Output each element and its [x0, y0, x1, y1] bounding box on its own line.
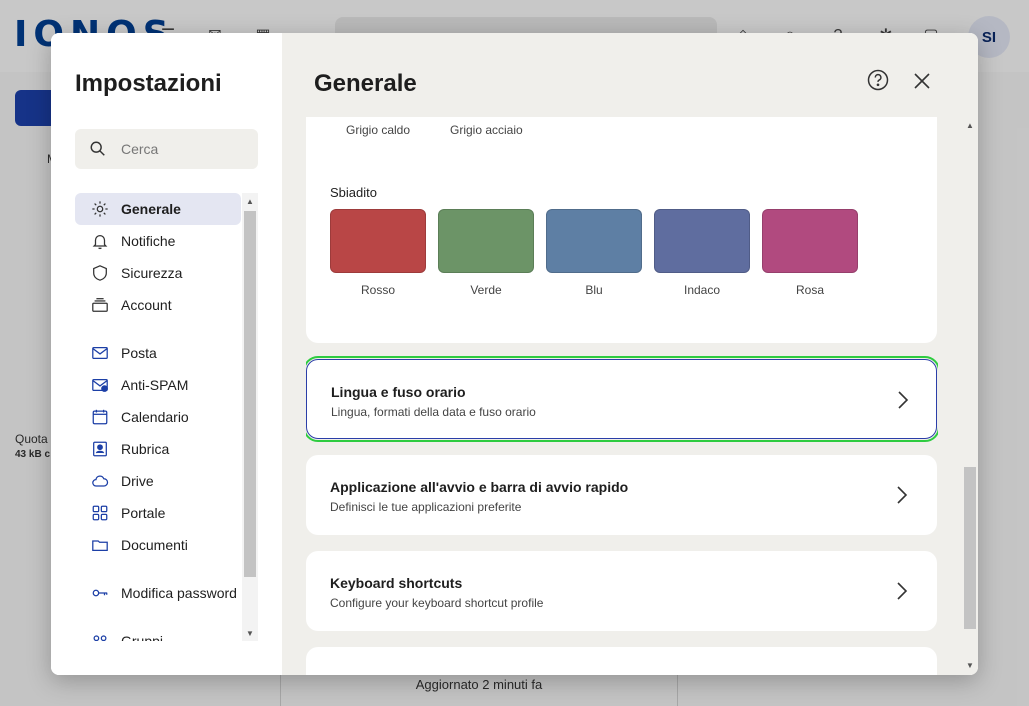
card-subtitle: Definisci le tue applicazioni preferite — [330, 500, 522, 514]
card-subtitle: Lingua, formati della data e fuso orario — [331, 405, 536, 419]
search-icon — [90, 141, 105, 156]
main-scroll-thumb[interactable] — [964, 467, 976, 629]
card-title: Keyboard shortcuts — [330, 575, 463, 591]
swatch-label: Grigio caldo — [346, 123, 411, 137]
mail-icon — [92, 346, 108, 360]
swatch-rosa[interactable] — [762, 209, 858, 273]
nav-item-posta[interactable]: Posta — [75, 337, 241, 369]
antispam-icon — [92, 378, 108, 392]
nav-item-label: Sicurezza — [121, 265, 183, 281]
swatch-label: Rosa — [795, 283, 824, 297]
settings-nav: Generale Notifiche Sicurezza Account Pos… — [75, 193, 258, 641]
next-settings-card[interactable] — [306, 647, 937, 675]
nav-item-label: Anti-SPAM — [121, 377, 189, 393]
close-icon[interactable] — [912, 71, 932, 91]
nav-item-documenti[interactable]: Documenti — [75, 529, 241, 561]
gear-icon — [92, 201, 108, 217]
sidebar-scroll-thumb[interactable] — [244, 211, 256, 577]
nav-item-portale[interactable]: Portale — [75, 497, 241, 529]
nav-item-modifica-password[interactable]: Modifica password — [75, 577, 258, 609]
nav-item-label: Account — [121, 297, 172, 313]
startup-app-card[interactable]: Applicazione all'avvio e barra di avvio … — [306, 455, 937, 535]
shield-icon — [93, 265, 107, 281]
cloud-icon — [92, 475, 109, 487]
scroll-up-arrow-icon[interactable]: ▲ — [242, 195, 258, 209]
card-title: Lingua e fuso orario — [331, 384, 466, 400]
settings-search[interactable] — [75, 129, 258, 169]
nav-item-label: Notifiche — [121, 233, 176, 249]
nav-item-label: Documenti — [121, 537, 188, 553]
contacts-icon — [93, 441, 107, 457]
chevron-right-icon — [897, 486, 908, 504]
swatch-blu[interactable] — [546, 209, 642, 273]
nav-item-antispam[interactable]: Anti-SPAM — [75, 369, 241, 401]
grid-icon — [92, 505, 108, 521]
nav-item-notifiche[interactable]: Notifiche — [75, 225, 241, 257]
scroll-down-arrow-icon[interactable]: ▼ — [962, 659, 978, 673]
nav-item-label: Generale — [121, 201, 181, 217]
chevron-right-icon — [898, 391, 909, 409]
groups-icon — [93, 635, 107, 641]
main-scrollbar[interactable]: ▲ ▼ — [962, 117, 978, 675]
nav-item-drive[interactable]: Drive — [75, 465, 241, 497]
nav-item-rubrica[interactable]: Rubrica — [75, 433, 241, 465]
folder-icon — [92, 540, 108, 552]
nav-item-label: Modifica password — [121, 585, 237, 601]
settings-main: Generale Grigio caldo Grigio acciaio Sbi… — [282, 33, 978, 675]
swatch-label: Indaco — [683, 283, 721, 297]
nav-item-generale[interactable]: Generale — [75, 193, 241, 225]
bell-icon — [92, 234, 108, 250]
settings-modal: Impostazioni Generale Notifiche Sicurezz… — [51, 33, 978, 675]
key-icon — [92, 589, 108, 597]
nav-item-calendario[interactable]: Calendario — [75, 401, 241, 433]
chevron-right-icon — [897, 582, 908, 600]
nav-item-gruppi[interactable]: Gruppi — [75, 625, 241, 641]
scroll-up-arrow-icon[interactable]: ▲ — [962, 119, 978, 133]
settings-sidebar: Impostazioni Generale Notifiche Sicurezz… — [51, 33, 282, 675]
swatch-indaco[interactable] — [654, 209, 750, 273]
page-title: Generale — [314, 70, 417, 97]
nav-item-account[interactable]: Account — [75, 289, 241, 321]
theme-card: Grigio caldo Grigio acciaio Sbiadito Ros… — [306, 117, 937, 343]
swatch-verde[interactable] — [438, 209, 534, 273]
swatch-label: Verde — [470, 283, 502, 297]
nav-item-label: Posta — [121, 345, 157, 361]
language-timezone-card[interactable]: Lingua e fuso orario Lingua, formati del… — [306, 356, 938, 442]
swatch-label: Blu — [585, 283, 603, 297]
account-icon — [92, 298, 108, 312]
nav-item-label: Portale — [121, 505, 166, 521]
settings-content: Grigio caldo Grigio acciaio Sbiadito Ros… — [306, 117, 938, 675]
nav-item-sicurezza[interactable]: Sicurezza — [75, 257, 241, 289]
nav-item-label: Calendario — [121, 409, 189, 425]
nav-item-label: Rubrica — [121, 441, 170, 457]
help-icon[interactable] — [867, 69, 889, 91]
swatch-label: Rosso — [360, 283, 395, 297]
nav-item-label: Gruppi — [121, 633, 164, 641]
nav-item-label: Drive — [121, 473, 154, 489]
swatch-label: Grigio acciaio — [450, 123, 523, 137]
card-subtitle: Configure your keyboard shortcut profile — [330, 596, 544, 610]
settings-title: Impostazioni — [75, 70, 222, 97]
calendar-icon — [92, 409, 108, 425]
card-title: Applicazione all'avvio e barra di avvio … — [330, 479, 629, 495]
sidebar-scrollbar[interactable]: ▲ ▼ — [242, 193, 258, 641]
search-input[interactable] — [121, 141, 241, 157]
swatch-rosso[interactable] — [330, 209, 426, 273]
keyboard-shortcuts-card[interactable]: Keyboard shortcuts Configure your keyboa… — [306, 551, 937, 631]
faded-section-title: Sbiadito — [330, 185, 377, 200]
scroll-down-arrow-icon[interactable]: ▼ — [242, 627, 258, 641]
